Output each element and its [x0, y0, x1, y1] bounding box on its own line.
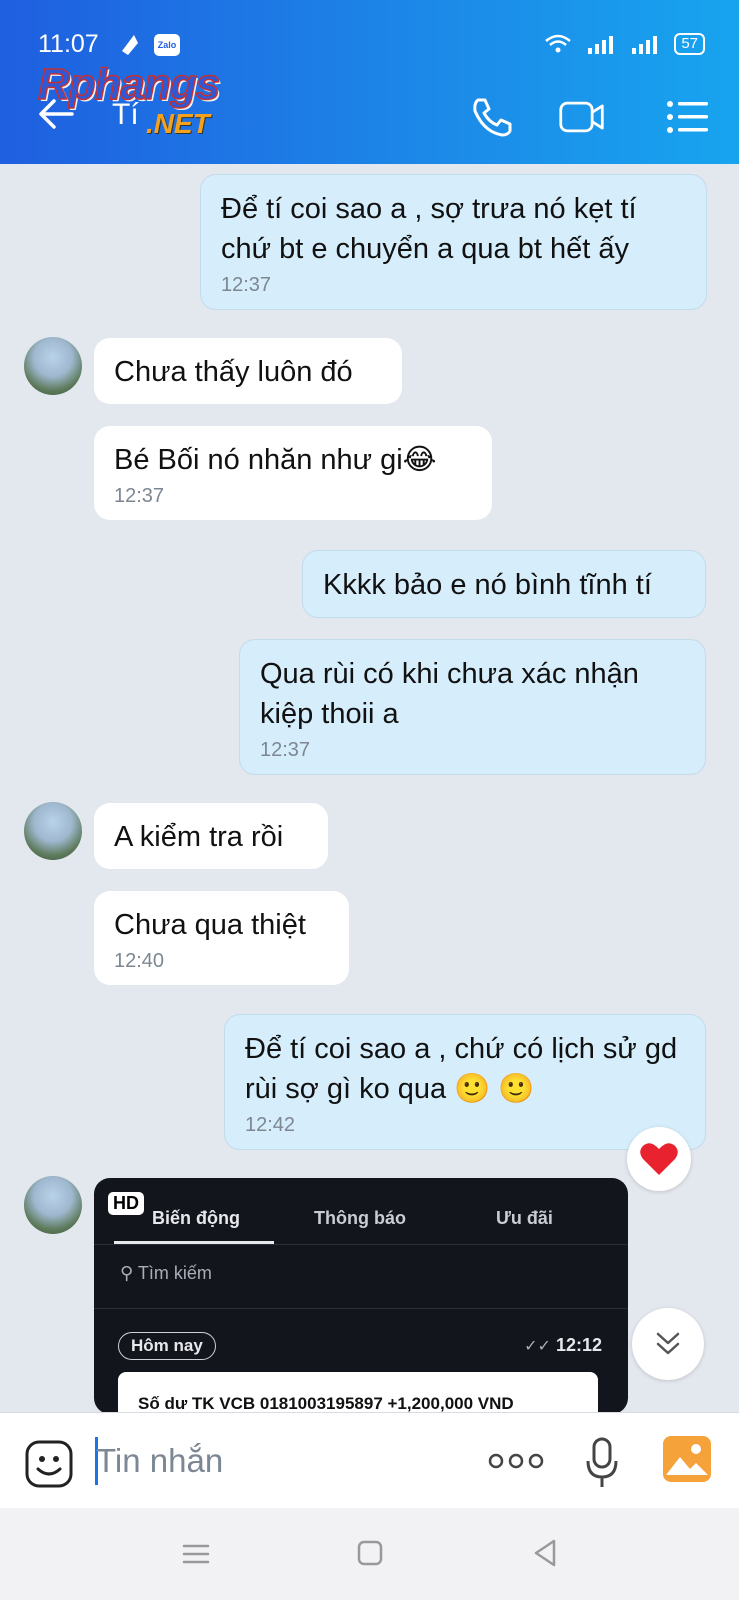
signal-icon-2: [632, 36, 658, 54]
microphone-icon[interactable]: [586, 1437, 618, 1489]
battery-icon: 57: [674, 33, 705, 55]
message-text: Chưa qua thiệt: [114, 909, 306, 941]
message-text: Kkkk bảo e nó bình tĩnh tí: [323, 569, 652, 601]
image-day-pill: Hôm nay: [118, 1332, 216, 1360]
image-icon[interactable]: [662, 1435, 712, 1483]
phone-icon[interactable]: [468, 94, 516, 140]
double-chevron-down-icon: [656, 1332, 680, 1355]
message-bubble-sent[interactable]: Qua rùi có khi chưa xác nhận kiệp thoii …: [239, 639, 706, 775]
system-navigation-bar: [0, 1508, 739, 1600]
zalo-badge-icon: Zalo: [154, 34, 180, 56]
search-icon: ⚲: [120, 1263, 134, 1283]
message-text: Bé Bối nó nhăn như gi😂: [114, 444, 437, 476]
contact-name[interactable]: Tí: [112, 98, 139, 132]
chat-header: 11:07 Zalo 57 Rphangs Tí .NET: [0, 0, 739, 164]
back-arrow-icon[interactable]: [36, 96, 76, 132]
image-tab-label: Biến động: [152, 1208, 240, 1228]
divider: [94, 1308, 628, 1309]
image-message[interactable]: HD Biến động Thông báo Ưu đãi ⚲ Tìm kiếm…: [94, 1178, 628, 1414]
message-bubble-received[interactable]: A kiểm tra rồi: [94, 803, 328, 869]
wifi-icon: [545, 34, 572, 53]
message-input[interactable]: [96, 1435, 456, 1487]
home-icon[interactable]: [350, 1536, 390, 1572]
status-icons: 57: [544, 33, 705, 55]
message-time: 12:42: [245, 1114, 296, 1136]
hd-badge: HD: [108, 1192, 144, 1215]
image-tab-label: Thông báo: [314, 1208, 406, 1228]
avatar[interactable]: [24, 802, 82, 860]
image-notification-text: Số dư TK VCB 0181003195897 +1,200,000 VN…: [138, 1394, 514, 1413]
avatar[interactable]: [24, 337, 82, 395]
image-notification-card: Số dư TK VCB 0181003195897 +1,200,000 VN…: [118, 1372, 598, 1414]
list-menu-icon[interactable]: [664, 94, 712, 140]
message-text: A kiểm tra rồi: [114, 821, 284, 853]
heart-icon: [640, 1143, 678, 1175]
image-search-label: Tìm kiếm: [137, 1263, 212, 1283]
back-nav-icon[interactable]: [526, 1536, 566, 1572]
signal-icon: [588, 36, 614, 54]
more-dots-icon[interactable]: [488, 1451, 544, 1471]
message-bubble-received[interactable]: Chưa qua thiệt 12:40: [94, 891, 349, 985]
message-time: 12:40: [114, 950, 165, 972]
message-text: Để tí coi sao a , sợ trưa nó kẹt tí chứ …: [221, 193, 637, 265]
image-time: ✓✓ 12:12: [524, 1335, 602, 1356]
cleaner-icon: [122, 35, 138, 55]
status-time: 11:07: [38, 30, 99, 58]
heart-reaction-button[interactable]: [627, 1127, 691, 1191]
message-bubble-received[interactable]: Chưa thấy luôn đó: [94, 338, 402, 404]
message-time: 12:37: [221, 274, 272, 296]
message-bubble-received[interactable]: Bé Bối nó nhăn như gi😂 12:37: [94, 426, 492, 520]
message-bubble-sent[interactable]: Để tí coi sao a , sợ trưa nó kẹt tí chứ …: [200, 174, 707, 310]
message-bubble-sent[interactable]: Để tí coi sao a , chứ có lịch sử gd rùi …: [224, 1014, 706, 1150]
avatar[interactable]: [24, 1176, 82, 1234]
message-text: Để tí coi sao a , chứ có lịch sử gd rùi …: [245, 1033, 678, 1105]
message-time: 12:37: [260, 739, 311, 761]
message-text: Chưa thấy luôn đó: [114, 356, 353, 388]
scroll-down-button[interactable]: [632, 1308, 704, 1380]
message-text: Qua rùi có khi chưa xác nhận kiệp thoii …: [260, 658, 639, 730]
message-time: 12:37: [114, 485, 165, 507]
image-search-row: ⚲ Tìm kiếm: [120, 1263, 212, 1284]
double-check-icon: ✓✓: [524, 1338, 551, 1355]
watermark-logo-suffix: .NET: [146, 108, 210, 139]
image-time-label: 12:12: [555, 1335, 602, 1355]
emoji-icon[interactable]: [24, 1439, 74, 1489]
recent-apps-icon[interactable]: [176, 1536, 216, 1572]
message-input-bar: [0, 1412, 739, 1508]
video-icon[interactable]: [558, 94, 606, 140]
divider: [94, 1244, 628, 1245]
message-bubble-sent[interactable]: Kkkk bảo e nó bình tĩnh tí: [302, 550, 706, 618]
image-tab-label: Ưu đãi: [496, 1208, 553, 1228]
